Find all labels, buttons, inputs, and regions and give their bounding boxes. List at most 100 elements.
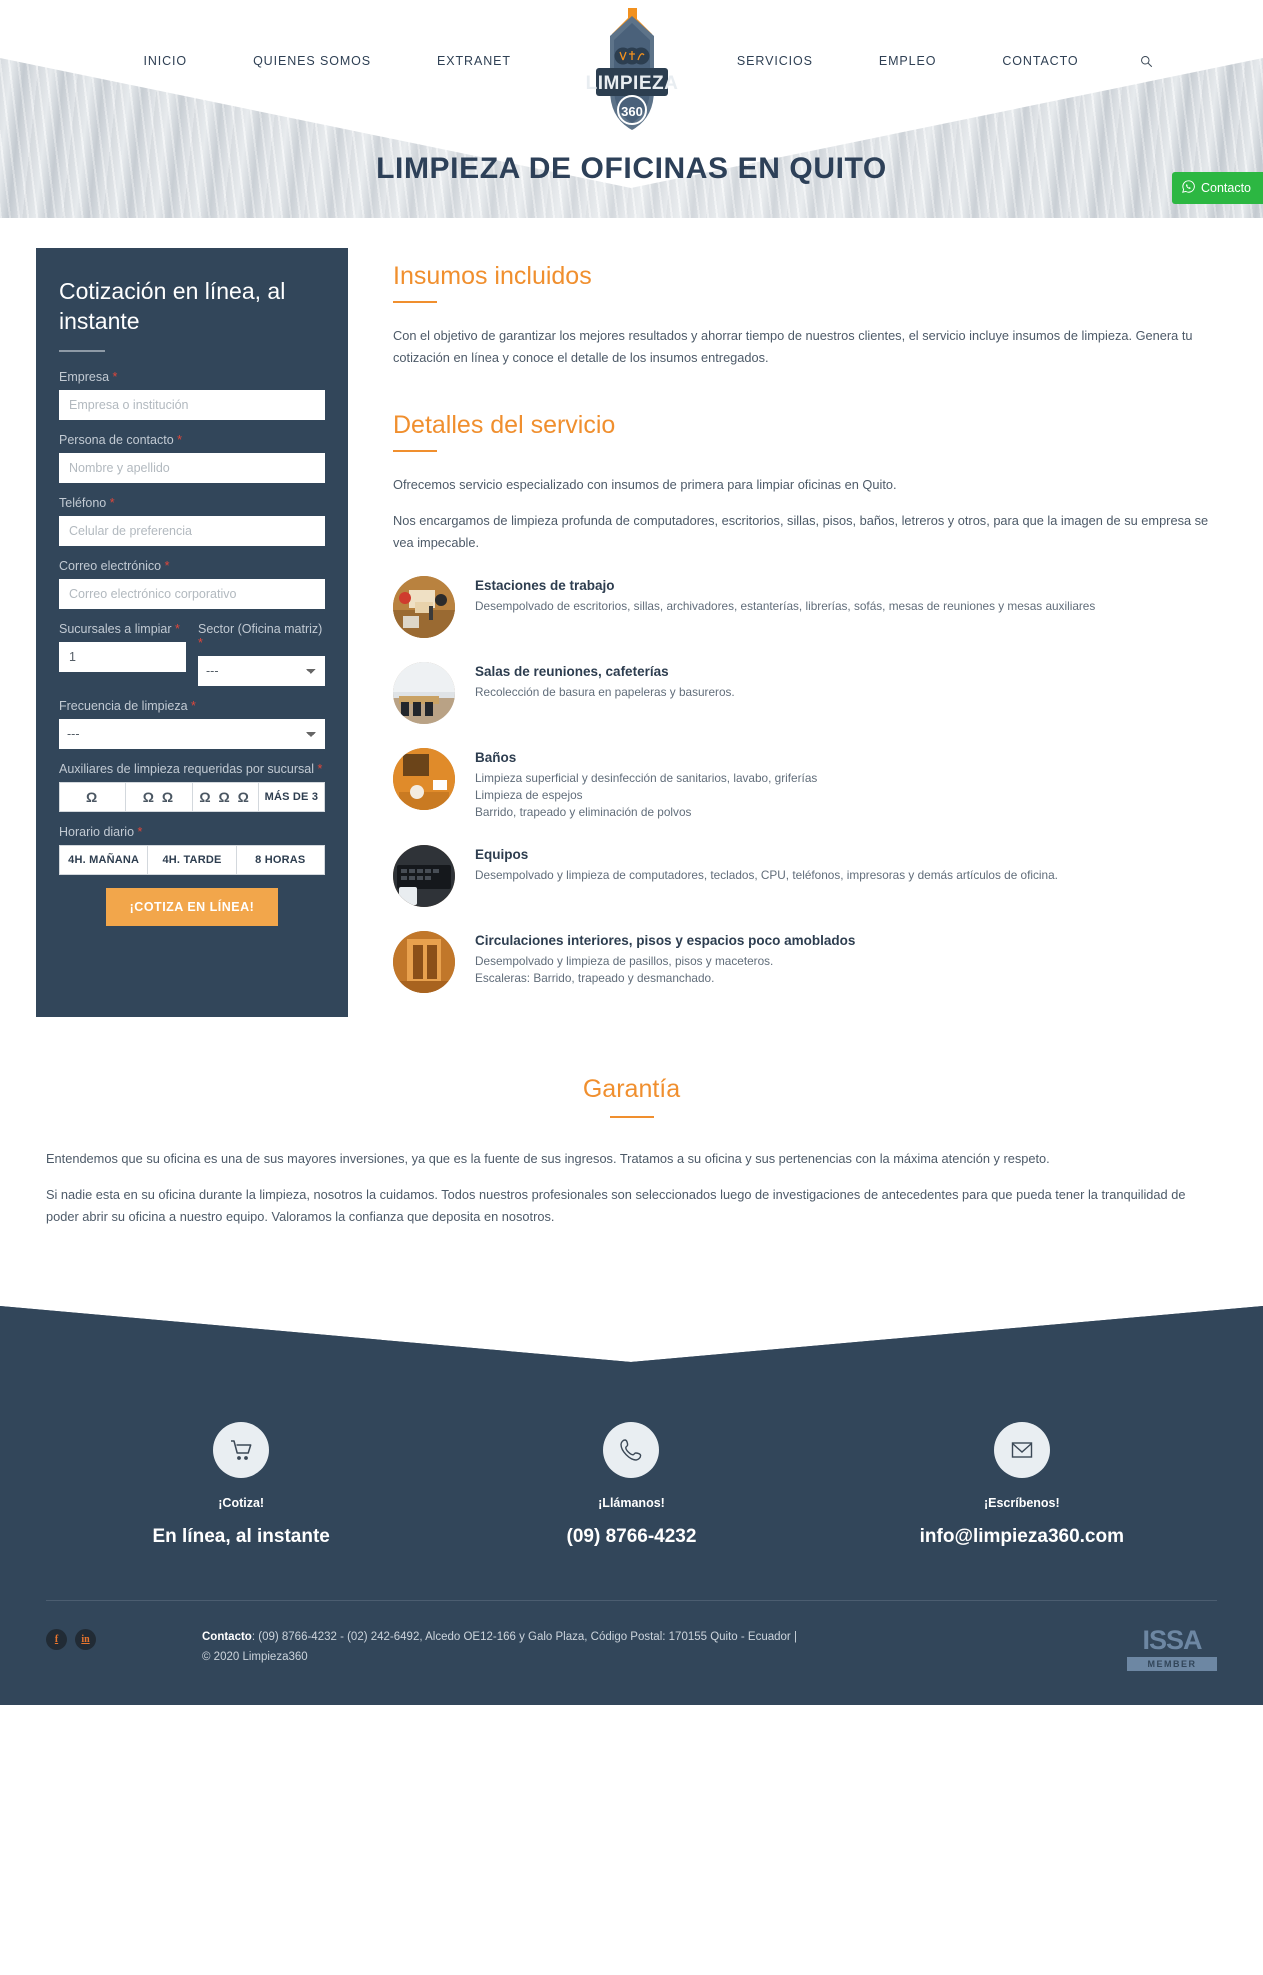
- empresa-input[interactable]: [59, 390, 325, 420]
- horario-option-tarde[interactable]: 4H. TARDE: [147, 845, 236, 875]
- horario-label-text: Horario diario: [59, 825, 135, 839]
- horario-option-manana[interactable]: 4H. MAÑANA: [59, 845, 148, 875]
- svg-text:360: 360: [621, 104, 643, 119]
- quote-form: Cotización en línea, al instante Empresa…: [36, 248, 348, 1017]
- footer-contact-label: ¡Escríbenos!: [983, 1496, 1060, 1510]
- meeting-room-photo: [393, 662, 455, 724]
- workstation-photo: [393, 576, 455, 638]
- correo-label-text: Correo electrónico: [59, 559, 162, 573]
- horario-label: Horario diario *: [59, 825, 325, 839]
- persona-label: Persona de contacto *: [59, 433, 325, 447]
- issa-badge: ISSA MEMBER: [1127, 1627, 1217, 1671]
- nav-item-contacto[interactable]: CONTACTO: [969, 54, 1111, 68]
- empresa-label-text: Empresa: [59, 370, 110, 384]
- auxiliares-button-group: Ω Ω Ω Ω Ω Ω MÁS DE 3: [59, 782, 325, 812]
- auxiliares-option-three-persons[interactable]: Ω Ω Ω: [191, 782, 258, 812]
- footer-contact-email: ¡Escríbenos! info@limpieza360.com: [827, 1422, 1217, 1548]
- auxiliares-option-more-than-three[interactable]: MÁS DE 3: [257, 782, 325, 812]
- garantia-section: Garantía Entendemos que su oficina es un…: [0, 1017, 1263, 1302]
- submit-wrapper: ¡COTIZA EN LÍNEA!: [59, 888, 325, 926]
- correo-required-mark: *: [164, 559, 170, 573]
- auxiliares-required-mark: *: [317, 762, 323, 776]
- telefono-required-mark: *: [109, 496, 115, 510]
- nav-right-group: SERVICIOS EMPLEO CONTACTO: [704, 54, 1153, 68]
- whatsapp-label: Contacto: [1200, 181, 1251, 195]
- frecuencia-select[interactable]: ---: [59, 719, 325, 749]
- service-name: Baños: [475, 750, 517, 765]
- persona-label-text: Persona de contacto: [59, 433, 174, 447]
- persona-required-mark: *: [177, 433, 183, 447]
- detalles-title-divider: [393, 450, 437, 452]
- sector-label-text: Sector (Oficina matriz): [198, 622, 323, 636]
- nav-item-quienes-somos[interactable]: QUIENES SOMOS: [220, 54, 404, 68]
- envelope-icon: [993, 1422, 1050, 1478]
- list-item: Estaciones de trabajo Desempolvado de es…: [393, 576, 1223, 638]
- sector-select[interactable]: ---: [198, 656, 325, 686]
- issa-logo-text: ISSA: [1142, 1625, 1202, 1655]
- frecuencia-label: Frecuencia de limpieza *: [59, 699, 325, 713]
- list-item: Baños Limpieza superficial y desinfecció…: [393, 748, 1223, 821]
- site-header: INICIO QUIENES SOMOS EXTRANET SERVICIOS …: [0, 0, 1263, 218]
- garantia-paragraph-2: Si nadie esta en su oficina durante la l…: [46, 1187, 1186, 1224]
- nav-item-extranet[interactable]: EXTRANET: [404, 54, 544, 68]
- correo-input[interactable]: [59, 579, 325, 609]
- sucursales-required-mark: *: [175, 622, 180, 636]
- site-footer: ¡Cotiza! En línea, al instante ¡Llámanos…: [0, 1302, 1263, 1705]
- persona-contacto-input[interactable]: [59, 453, 325, 483]
- horario-option-8-horas[interactable]: 8 HORAS: [235, 845, 325, 875]
- footer-contacto-line: : (09) 8766-4232 - (02) 242-6492, Alcedo…: [251, 1631, 797, 1643]
- service-name: Equipos: [475, 847, 529, 862]
- footer-bottom-bar: f in Contacto: (09) 8766-4232 - (02) 242…: [0, 1601, 1263, 1705]
- sucursales-label-text: Sucursales a limpiar: [59, 622, 172, 636]
- quote-form-title: Cotización en línea, al instante: [59, 278, 286, 334]
- sector-label: Sector (Oficina matriz) *: [198, 622, 325, 650]
- service-desc: Recolección de basura en papeleras y bas…: [475, 685, 735, 699]
- search-icon[interactable]: [1140, 55, 1153, 68]
- empresa-required-mark: *: [112, 370, 118, 384]
- footer-contact-value: info@limpieza360.com: [919, 1526, 1124, 1547]
- footer-contact-phone: ¡Llámanos! (09) 8766-4232: [436, 1422, 826, 1548]
- auxiliares-label-text: Auxiliares de limpieza requeridas por su…: [59, 762, 314, 776]
- footer-contact-label: ¡Cotiza!: [218, 1496, 265, 1510]
- svg-text:LIMPIEZA: LIMPIEZA: [585, 73, 678, 94]
- empresa-label: Empresa *: [59, 370, 325, 384]
- list-item: Circulaciones interiores, pisos y espaci…: [393, 931, 1223, 993]
- service-name: Estaciones de trabajo: [475, 578, 615, 593]
- sucursales-input[interactable]: [59, 642, 186, 672]
- service-desc: Limpieza superficial y desinfección de s…: [475, 771, 818, 819]
- social-links: f in: [46, 1627, 96, 1650]
- footer-contact-value: (09) 8766-4232: [566, 1526, 697, 1547]
- service-list: Estaciones de trabajo Desempolvado de es…: [393, 576, 1223, 993]
- bathroom-photo: [393, 748, 455, 810]
- nav-item-servicios[interactable]: SERVICIOS: [704, 54, 846, 68]
- site-logo[interactable]: LIMPIEZA 360: [566, 0, 698, 135]
- nav-item-inicio[interactable]: INICIO: [110, 54, 220, 68]
- sucursales-label: Sucursales a limpiar *: [59, 622, 186, 636]
- corridor-photo: [393, 931, 455, 993]
- auxiliares-label: Auxiliares de limpieza requeridas por su…: [59, 762, 325, 776]
- detalles-paragraph-1: Ofrecemos servicio especializado con ins…: [393, 477, 897, 492]
- cart-icon: [213, 1422, 270, 1478]
- footer-contact-label: ¡Llámanos!: [598, 1496, 665, 1510]
- auxiliares-option-two-persons[interactable]: Ω Ω: [125, 782, 192, 812]
- linkedin-icon[interactable]: in: [75, 1629, 96, 1650]
- service-desc: Desempolvado y limpieza de pasillos, pis…: [475, 954, 774, 985]
- facebook-icon[interactable]: f: [46, 1629, 67, 1650]
- telefono-input[interactable]: [59, 516, 325, 546]
- footer-contacto-label: Contacto: [202, 1631, 252, 1643]
- cotiza-en-linea-button[interactable]: ¡COTIZA EN LÍNEA!: [105, 888, 279, 926]
- detalles-title: Detalles del servicio: [393, 411, 616, 439]
- garantia-title: Garantía: [582, 1075, 681, 1103]
- list-item: Salas de reuniones, cafeterías Recolecci…: [393, 662, 1223, 724]
- telefono-label: Teléfono *: [59, 496, 325, 510]
- main-content: Cotización en línea, al instante Empresa…: [0, 218, 1263, 1302]
- footer-legal-text: Contacto: (09) 8766-4232 - (02) 242-6492…: [112, 1627, 1111, 1667]
- auxiliares-option-one-person[interactable]: Ω: [59, 782, 126, 812]
- detalles-paragraph-2: Nos encargamos de limpieza profunda de c…: [393, 513, 1209, 550]
- whatsapp-contact-tab[interactable]: Contacto: [1171, 172, 1263, 204]
- nav-item-empleo[interactable]: EMPLEO: [846, 54, 970, 68]
- frecuencia-label-text: Frecuencia de limpieza: [59, 699, 188, 713]
- footer-contacts: ¡Cotiza! En línea, al instante ¡Llámanos…: [0, 1362, 1263, 1548]
- footer-top-notch: [0, 1302, 1263, 1362]
- footer-contact-cotiza: ¡Cotiza! En línea, al instante: [46, 1422, 436, 1548]
